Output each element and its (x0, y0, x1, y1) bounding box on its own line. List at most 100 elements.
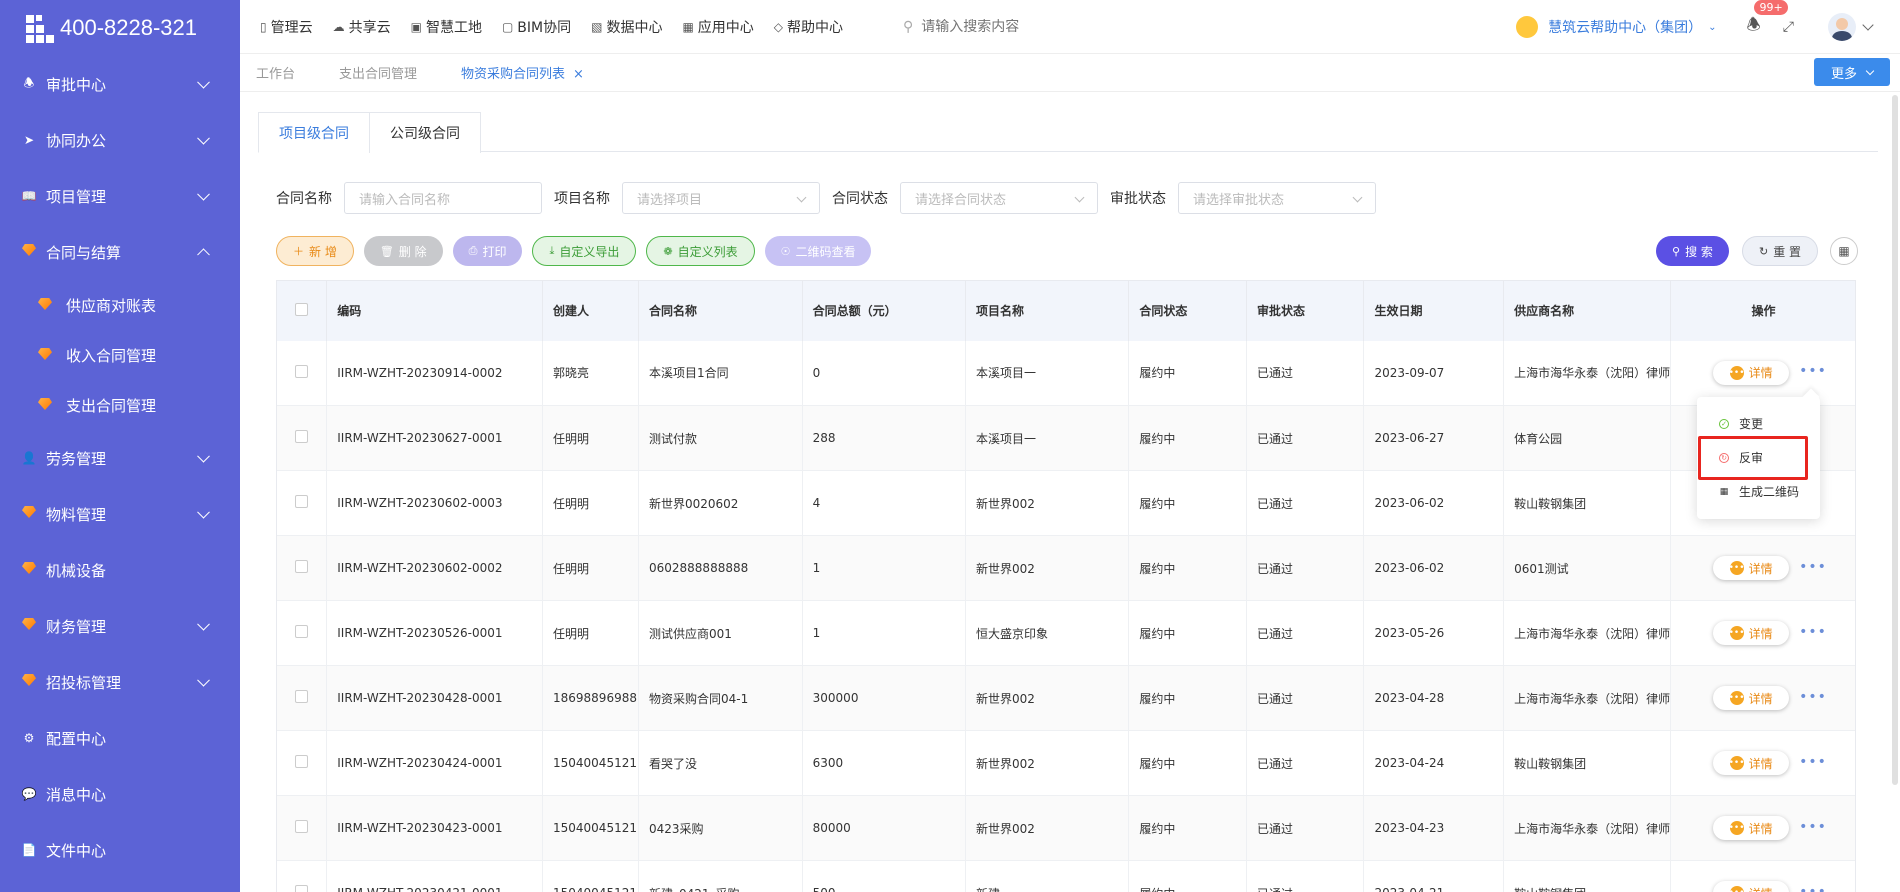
sidebar-item-3[interactable]: 合同与结算 (0, 224, 240, 280)
ellipsis-icon[interactable]: ••• (1799, 819, 1827, 835)
fullscreen-icon[interactable]: ⤢ (1783, 19, 1794, 35)
add-button[interactable]: ＋新 增 (276, 236, 354, 266)
chevron-down-icon[interactable] (1862, 19, 1874, 31)
row-checkbox[interactable] (277, 795, 328, 861)
row-checkbox[interactable] (277, 730, 328, 796)
table-cell: 0423采购 (638, 795, 803, 861)
table-cell: 2023-06-27 (1363, 405, 1505, 471)
top-nav-item[interactable]: ▧ 数据中心 (591, 17, 662, 37)
page-tab[interactable]: 物资采购合同列表 × (461, 63, 584, 82)
reset-button[interactable]: ↻ 重 置 (1742, 236, 1819, 266)
table-cell: 2023-04-23 (1363, 795, 1505, 861)
notification-button[interactable]: 🕭 99+ (1746, 0, 1788, 41)
sidebar-item-11[interactable]: 招投标管理 (0, 654, 240, 710)
close-icon[interactable]: × (573, 67, 584, 82)
sidebar-item-4[interactable]: 供应商对账表 (0, 280, 240, 330)
sidebar-item-6[interactable]: 支出合同管理 (0, 380, 240, 430)
chevron-down-icon (197, 187, 210, 201)
row-checkbox[interactable] (277, 860, 328, 892)
search-button[interactable]: ⚲ 搜 索 (1656, 236, 1729, 266)
ellipsis-icon[interactable]: ••• (1799, 363, 1827, 379)
sidebar-item-8[interactable]: 物料管理 (0, 486, 240, 542)
page-tab[interactable]: 支出合同管理 (339, 63, 417, 82)
detail-button[interactable]: •••详情 (1713, 556, 1790, 580)
detail-button[interactable]: •••详情 (1713, 816, 1790, 840)
table-cell: 1 (802, 600, 966, 666)
sidebar-item-14[interactable]: 📄 文件中心 (0, 822, 240, 878)
qr-view-button[interactable]: ☉ 二维码查看 (764, 236, 872, 266)
dropdown-item-generate-qr[interactable]: ▦ 生成二维码 (1719, 483, 1799, 500)
gem-icon (38, 346, 56, 364)
sidebar-item-1[interactable]: ➤ 协同办公 (0, 112, 240, 168)
eye-icon: ☉ (780, 244, 791, 258)
nav-icon: ▣ (410, 19, 422, 34)
more-icon: ••• (1728, 756, 1745, 770)
top-nav-item[interactable]: ▢ BIM协同 (502, 17, 571, 37)
dropdown-item-change[interactable]: ✓ 变更 (1719, 415, 1763, 432)
sidebar-item-7[interactable]: 👤 劳务管理 (0, 430, 240, 486)
detail-button[interactable]: •••详情 (1713, 751, 1790, 775)
delete-button[interactable]: 🗑 删 除 (363, 236, 443, 266)
contract-name-input[interactable]: 请输入合同名称 (344, 182, 542, 214)
sidebar-item-9[interactable]: 机械设备 (0, 542, 240, 598)
filter-select[interactable]: 请选择审批状态 (1178, 182, 1376, 214)
detail-button[interactable]: •••详情 (1713, 881, 1790, 892)
detail-button[interactable]: •••详情 (1713, 686, 1790, 710)
sidebar-item-5[interactable]: 收入合同管理 (0, 330, 240, 380)
table-cell: 2023-05-26 (1363, 600, 1505, 666)
top-nav-item[interactable]: ◇ 帮助中心 (774, 17, 843, 37)
ellipsis-icon[interactable]: ••• (1799, 624, 1827, 640)
ellipsis-icon[interactable]: ••• (1799, 884, 1827, 892)
export-button[interactable]: ⤓ 自定义导出 (532, 236, 637, 266)
table-cell: 15040045121 (542, 730, 639, 796)
sidebar-item-10[interactable]: 财务管理 (0, 598, 240, 654)
select-all-checkbox[interactable] (277, 280, 328, 341)
more-icon: ••• (1728, 561, 1745, 575)
detail-button[interactable]: •••详情 (1713, 621, 1790, 645)
bell-icon: 🕭 (23, 75, 35, 90)
row-checkbox[interactable] (277, 340, 328, 406)
top-nav-item[interactable]: ☁ 共享云 (333, 17, 391, 37)
table-cell: 已通过 (1246, 340, 1365, 406)
row-checkbox[interactable] (277, 600, 328, 666)
table-cell: 1 (802, 535, 966, 601)
sidebar-item-label: 配置中心 (46, 729, 107, 748)
row-checkbox[interactable] (277, 535, 328, 601)
ellipsis-icon[interactable]: ••• (1799, 559, 1827, 575)
sidebar-item-label: 供应商对账表 (66, 296, 157, 315)
table-cell: 已通过 (1246, 535, 1365, 601)
avatar[interactable] (1828, 13, 1856, 41)
sidebar-item-2[interactable]: 📖 项目管理 (0, 168, 240, 224)
global-search[interactable]: ⚲ (903, 18, 1122, 35)
top-nav-item[interactable]: ▦ 应用中心 (682, 17, 753, 37)
table-row: IIRM-WZHT-20230627-0001 任明明 测试付款 288 本溪项目一 履约… (277, 405, 1855, 471)
sidebar-item-12[interactable]: ⚙ 配置中心 (0, 710, 240, 766)
org-switcher[interactable]: 慧筑云帮助中心（集团） ⌄ (1516, 16, 1716, 38)
print-button[interactable]: ⎙ 打印 (452, 236, 523, 266)
row-checkbox[interactable] (277, 405, 328, 471)
more-button[interactable]: 更多 (1814, 58, 1890, 86)
tab-contract-level-1[interactable]: 公司级合同 (369, 112, 481, 153)
row-checkbox[interactable] (277, 665, 328, 731)
search-input[interactable] (921, 18, 1122, 35)
trash-icon: 🗑 (379, 244, 394, 258)
tab-contract-level-0[interactable]: 项目级合同 (258, 112, 370, 153)
detail-button[interactable]: •••详情 (1713, 360, 1790, 385)
sidebar-item-13[interactable]: 💬 消息中心 (0, 766, 240, 822)
table-cell: 履约中 (1128, 600, 1247, 666)
filter-select[interactable]: 请选择合同状态 (900, 182, 1098, 214)
custom-list-button[interactable]: ❁ 自定义列表 (646, 236, 755, 266)
table-cell: 2023-06-02 (1363, 470, 1505, 536)
sidebar-item-0[interactable]: 🕭 审批中心 (0, 56, 240, 112)
ellipsis-icon[interactable]: ••• (1799, 754, 1827, 770)
page-tab[interactable]: 工作台 (256, 63, 295, 82)
top-nav-item[interactable]: ▯ 管理云 (260, 17, 313, 37)
column-header: 供应商名称 (1503, 280, 1672, 341)
top-nav-item[interactable]: ▣ 智慧工地 (411, 17, 482, 37)
grid-icon[interactable]: ▦ (1830, 237, 1858, 265)
row-checkbox[interactable] (277, 470, 328, 536)
ellipsis-icon[interactable]: ••• (1799, 689, 1827, 705)
scrollbar[interactable] (1892, 95, 1898, 785)
filter-select[interactable]: 请选择项目 (622, 182, 820, 214)
sidebar-item-label: 支出合同管理 (66, 396, 157, 415)
